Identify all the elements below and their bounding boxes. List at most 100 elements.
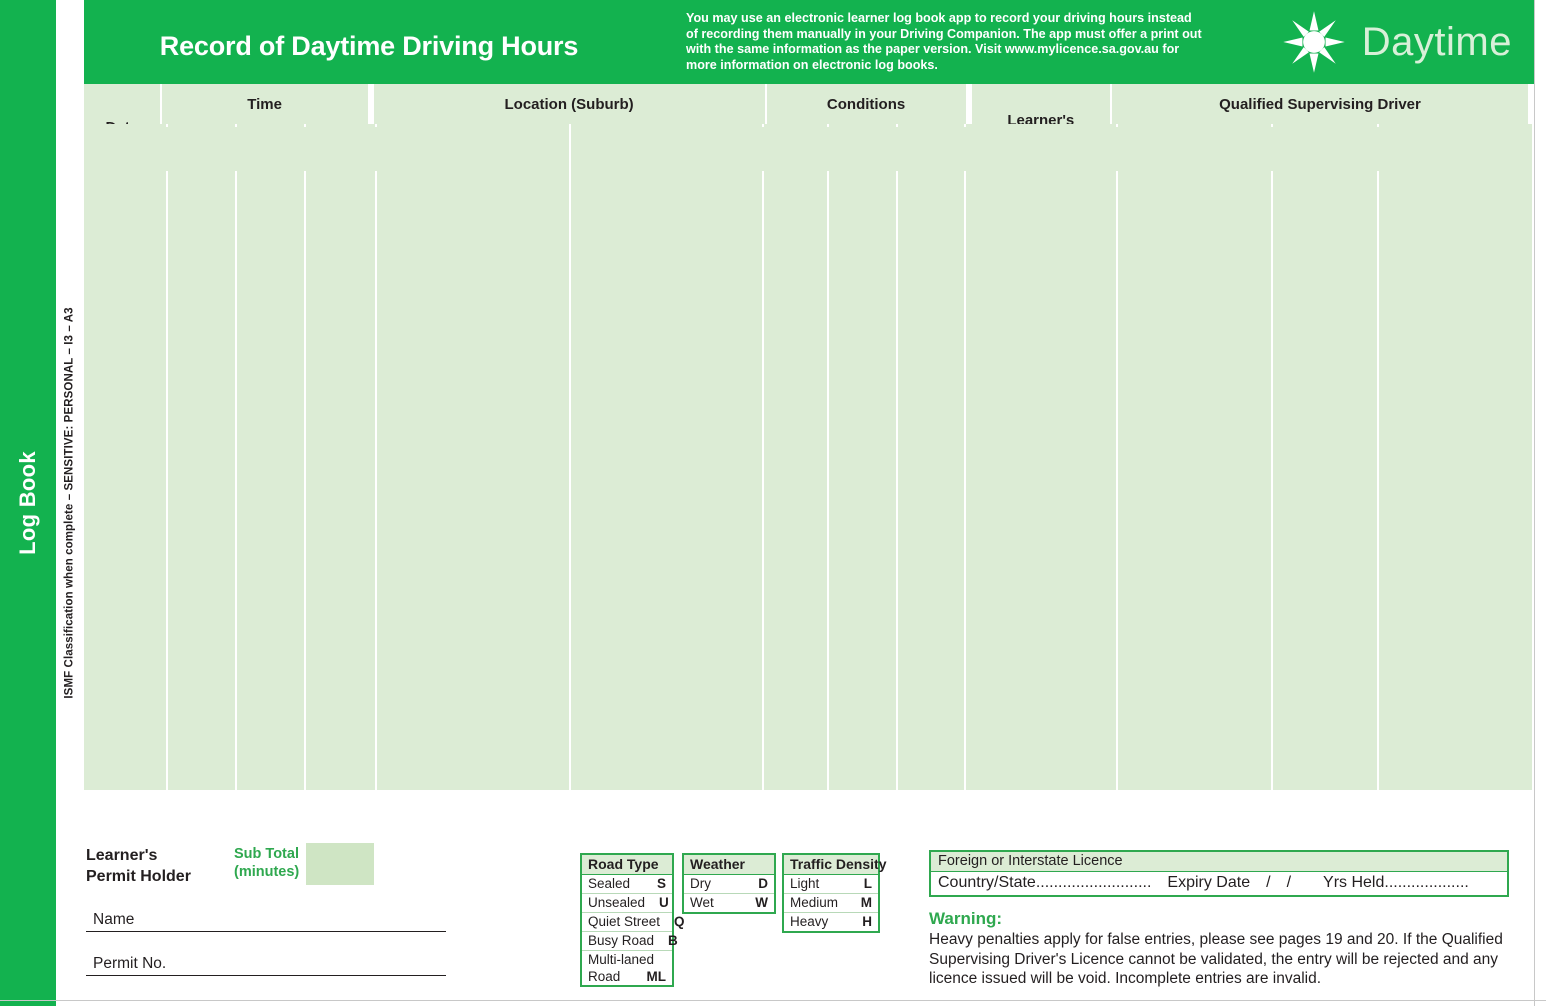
cell-date[interactable] <box>84 124 166 168</box>
cell-start[interactable] <box>168 346 235 390</box>
cell-licence-no[interactable] <box>1273 745 1377 789</box>
cell-name[interactable] <box>1118 390 1271 434</box>
cell-start[interactable] <box>168 302 235 346</box>
cell-learner-signature[interactable] <box>966 390 1116 434</box>
cell-name[interactable] <box>1118 213 1271 257</box>
cell-signature[interactable] <box>1379 701 1532 745</box>
cell-licence-no[interactable] <box>1273 390 1377 434</box>
cell-start[interactable] <box>168 479 235 523</box>
cell-weather[interactable] <box>829 701 896 745</box>
cell-signature[interactable] <box>1379 524 1532 568</box>
cell-to[interactable] <box>571 657 762 701</box>
cell-start[interactable] <box>168 257 235 301</box>
cell-licence-no[interactable] <box>1273 568 1377 612</box>
cell-licence-no[interactable] <box>1273 257 1377 301</box>
cell-signature[interactable] <box>1379 479 1532 523</box>
cell-date[interactable] <box>84 213 166 257</box>
cell-road[interactable] <box>764 479 827 523</box>
cell-name[interactable] <box>1118 346 1271 390</box>
cell-traffic[interactable] <box>898 612 964 656</box>
cell-from[interactable] <box>377 124 569 168</box>
cell-duration[interactable] <box>306 168 375 212</box>
cell-to[interactable] <box>571 168 762 212</box>
cell-to[interactable] <box>571 302 762 346</box>
cell-to[interactable] <box>571 435 762 479</box>
cell-start[interactable] <box>168 657 235 701</box>
cell-weather[interactable] <box>829 745 896 789</box>
cell-start[interactable] <box>168 745 235 789</box>
cell-duration[interactable] <box>306 124 375 168</box>
cell-finish[interactable] <box>237 168 304 212</box>
cell-signature[interactable] <box>1379 568 1532 612</box>
cell-name[interactable] <box>1118 745 1271 789</box>
cell-to[interactable] <box>571 524 762 568</box>
cell-date[interactable] <box>84 568 166 612</box>
cell-traffic[interactable] <box>898 302 964 346</box>
cell-traffic[interactable] <box>898 213 964 257</box>
cell-road[interactable] <box>764 213 827 257</box>
cell-to[interactable] <box>571 701 762 745</box>
cell-weather[interactable] <box>829 657 896 701</box>
cell-finish[interactable] <box>237 213 304 257</box>
cell-weather[interactable] <box>829 213 896 257</box>
cell-from[interactable] <box>377 524 569 568</box>
cell-to[interactable] <box>571 612 762 656</box>
cell-name[interactable] <box>1118 302 1271 346</box>
cell-road[interactable] <box>764 745 827 789</box>
cell-traffic[interactable] <box>898 701 964 745</box>
cell-to[interactable] <box>571 745 762 789</box>
cell-weather[interactable] <box>829 390 896 434</box>
cell-licence-no[interactable] <box>1273 657 1377 701</box>
cell-licence-no[interactable] <box>1273 479 1377 523</box>
cell-signature[interactable] <box>1379 346 1532 390</box>
cell-to[interactable] <box>571 257 762 301</box>
cell-duration[interactable] <box>306 568 375 612</box>
cell-road[interactable] <box>764 302 827 346</box>
cell-traffic[interactable] <box>898 168 964 212</box>
cell-duration[interactable] <box>306 745 375 789</box>
cell-duration[interactable] <box>306 213 375 257</box>
cell-name[interactable] <box>1118 701 1271 745</box>
cell-traffic[interactable] <box>898 657 964 701</box>
cell-duration[interactable] <box>306 390 375 434</box>
cell-weather[interactable] <box>829 612 896 656</box>
cell-learner-signature[interactable] <box>966 479 1116 523</box>
cell-road[interactable] <box>764 701 827 745</box>
cell-weather[interactable] <box>829 568 896 612</box>
cell-to[interactable] <box>571 346 762 390</box>
cell-from[interactable] <box>377 168 569 212</box>
cell-learner-signature[interactable] <box>966 524 1116 568</box>
cell-name[interactable] <box>1118 435 1271 479</box>
cell-finish[interactable] <box>237 612 304 656</box>
cell-signature[interactable] <box>1379 745 1532 789</box>
cell-learner-signature[interactable] <box>966 257 1116 301</box>
cell-to[interactable] <box>571 213 762 257</box>
cell-from[interactable] <box>377 657 569 701</box>
cell-date[interactable] <box>84 257 166 301</box>
cell-licence-no[interactable] <box>1273 302 1377 346</box>
cell-duration[interactable] <box>306 657 375 701</box>
cell-start[interactable] <box>168 568 235 612</box>
cell-traffic[interactable] <box>898 124 964 168</box>
cell-from[interactable] <box>377 612 569 656</box>
cell-road[interactable] <box>764 435 827 479</box>
cell-traffic[interactable] <box>898 435 964 479</box>
cell-date[interactable] <box>84 168 166 212</box>
cell-name[interactable] <box>1118 479 1271 523</box>
cell-finish[interactable] <box>237 568 304 612</box>
cell-signature[interactable] <box>1379 657 1532 701</box>
cell-start[interactable] <box>168 124 235 168</box>
cell-learner-signature[interactable] <box>966 657 1116 701</box>
cell-licence-no[interactable] <box>1273 124 1377 168</box>
cell-learner-signature[interactable] <box>966 745 1116 789</box>
cell-from[interactable] <box>377 302 569 346</box>
cell-road[interactable] <box>764 390 827 434</box>
cell-finish[interactable] <box>237 435 304 479</box>
cell-from[interactable] <box>377 390 569 434</box>
cell-road[interactable] <box>764 568 827 612</box>
cell-from[interactable] <box>377 568 569 612</box>
cell-signature[interactable] <box>1379 390 1532 434</box>
cell-learner-signature[interactable] <box>966 168 1116 212</box>
cell-learner-signature[interactable] <box>966 124 1116 168</box>
cell-weather[interactable] <box>829 257 896 301</box>
